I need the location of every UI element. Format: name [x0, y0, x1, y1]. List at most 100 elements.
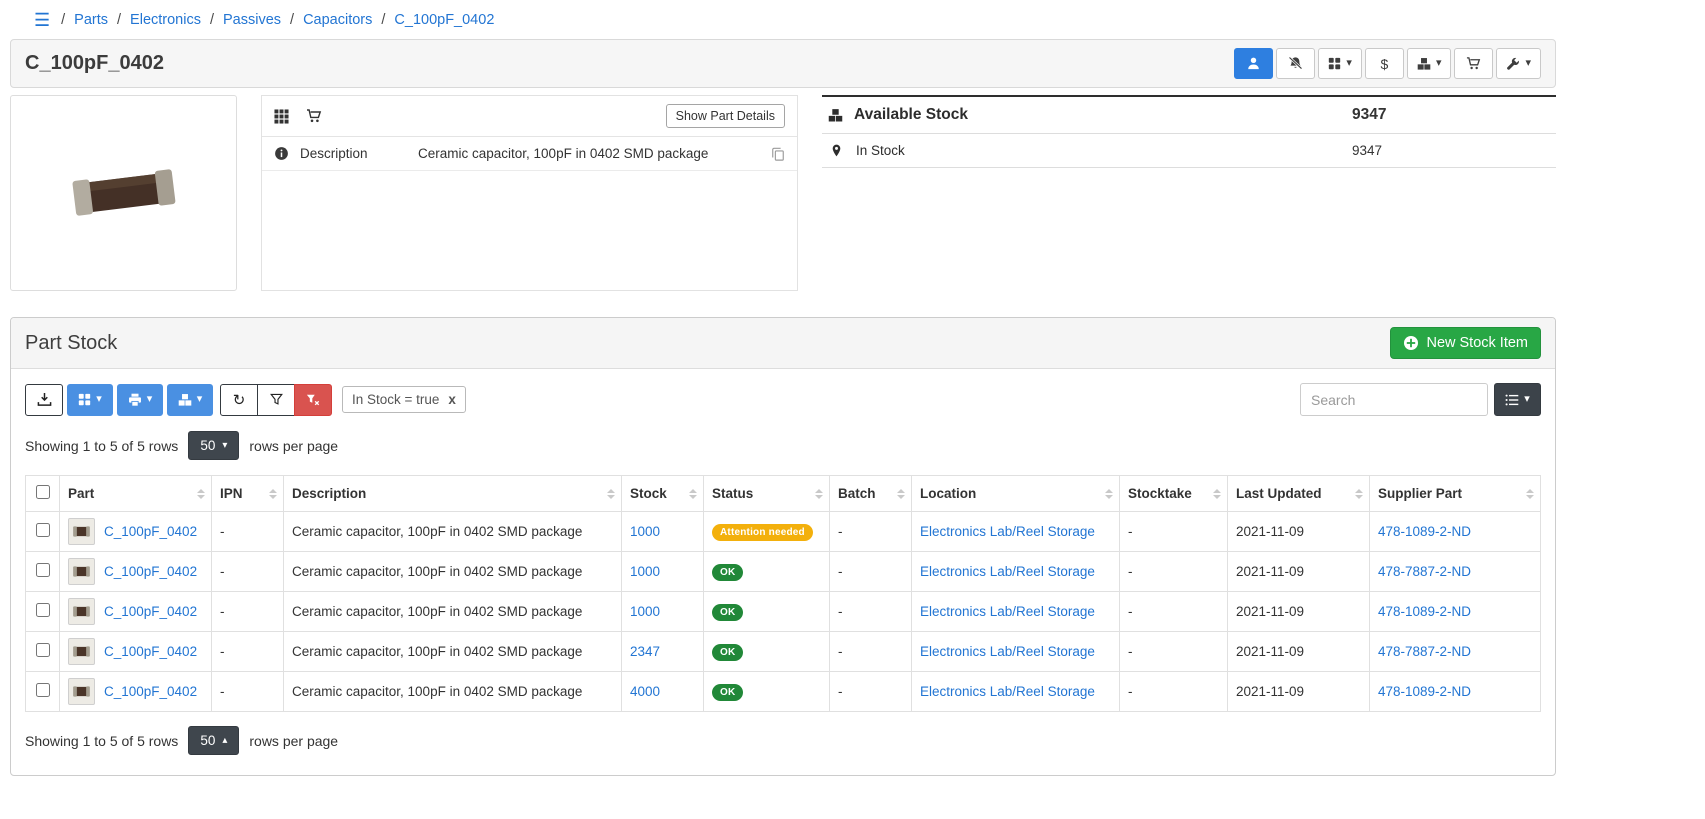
print-dropdown-button[interactable]: ▾	[117, 384, 163, 416]
page-size-dropdown-button[interactable]: 50 ▴	[188, 726, 239, 755]
refresh-button[interactable]: ↻	[220, 384, 258, 416]
view-mode-dropdown-button[interactable]: ▾	[1494, 383, 1541, 416]
column-header-status[interactable]: Status	[704, 476, 830, 512]
filter-button[interactable]	[257, 384, 295, 416]
sort-icon[interactable]	[269, 489, 277, 499]
supplier-part-link[interactable]: 478-1089-2-ND	[1378, 604, 1471, 619]
part-link[interactable]: C_100pF_0402	[104, 524, 197, 539]
part-details-toolbar: Show Part Details	[262, 96, 797, 137]
location-link[interactable]: Electronics Lab/Reel Storage	[920, 684, 1095, 699]
grid-view-icon[interactable]	[274, 109, 289, 124]
remove-filter-icon[interactable]: x	[448, 392, 456, 407]
part-link[interactable]: C_100pF_0402	[104, 604, 197, 619]
pricing-button[interactable]: $	[1365, 48, 1404, 79]
stock-boxes-icon	[828, 108, 843, 123]
row-checkbox[interactable]	[36, 683, 50, 697]
breadcrumb-link-parts[interactable]: Parts	[74, 12, 108, 28]
supplier-part-link[interactable]: 478-1089-2-ND	[1378, 524, 1471, 539]
location-link[interactable]: Electronics Lab/Reel Storage	[920, 564, 1095, 579]
chevron-down-icon: ▾	[1525, 58, 1531, 69]
supplier-part-link[interactable]: 478-7887-2-ND	[1378, 564, 1471, 579]
part-image-panel[interactable]	[10, 95, 237, 291]
row-checkbox[interactable]	[36, 523, 50, 537]
breadcrumb-link-capacitors[interactable]: Capacitors	[303, 12, 372, 28]
location-link[interactable]: Electronics Lab/Reel Storage	[920, 644, 1095, 659]
sort-icon[interactable]	[815, 489, 823, 499]
chevron-down-icon: ▾	[96, 394, 102, 405]
sort-icon[interactable]	[197, 489, 205, 499]
notifications-off-button[interactable]	[1276, 48, 1315, 79]
row-checkbox[interactable]	[36, 563, 50, 577]
clear-filters-button[interactable]	[294, 384, 332, 416]
sort-icon[interactable]	[1213, 489, 1221, 499]
breadcrumb-link-current-part[interactable]: C_100pF_0402	[394, 12, 494, 28]
columns-dropdown-button[interactable]: ▾	[67, 384, 113, 416]
search-input[interactable]	[1300, 383, 1488, 416]
part-link[interactable]: C_100pF_0402	[104, 684, 197, 699]
column-header-last-updated[interactable]: Last Updated	[1228, 476, 1370, 512]
breadcrumb-link-passives[interactable]: Passives	[223, 12, 281, 28]
sort-icon[interactable]	[1355, 489, 1363, 499]
sort-icon[interactable]	[607, 489, 615, 499]
batch-cell: -	[830, 512, 912, 552]
copy-icon[interactable]	[771, 147, 785, 161]
page: ☰ / Parts / Electronics / Passives / Cap…	[10, 4, 1556, 776]
description-cell: Ceramic capacitor, 100pF in 0402 SMD pac…	[284, 632, 622, 672]
stock-table: Part IPN Description Stock Status Batch …	[25, 475, 1541, 712]
last-updated-cell: 2021-11-09	[1228, 672, 1370, 712]
page-size-dropdown-button[interactable]: 50 ▾	[188, 431, 239, 460]
cart-tab-icon[interactable]	[306, 108, 322, 124]
sort-icon[interactable]	[1526, 489, 1534, 499]
sort-icon[interactable]	[897, 489, 905, 499]
order-part-button[interactable]	[1454, 48, 1493, 79]
part-actions-dropdown-button[interactable]: ▾	[1496, 48, 1541, 79]
column-header-part[interactable]: Part	[60, 476, 212, 512]
column-header-description[interactable]: Description	[284, 476, 622, 512]
supplier-part-link[interactable]: 478-1089-2-ND	[1378, 684, 1471, 699]
stock-link[interactable]: 2347	[630, 644, 660, 659]
grid-actions-dropdown-button[interactable]: ▾	[1318, 48, 1362, 79]
subscribe-user-button[interactable]	[1234, 48, 1273, 79]
ipn-cell: -	[212, 592, 284, 632]
download-button[interactable]	[25, 384, 63, 416]
part-link[interactable]: C_100pF_0402	[104, 644, 197, 659]
stocktake-cell: -	[1120, 672, 1228, 712]
column-header-supplier-part[interactable]: Supplier Part	[1370, 476, 1541, 512]
column-header-location[interactable]: Location	[912, 476, 1120, 512]
supplier-part-link[interactable]: 478-7887-2-ND	[1378, 644, 1471, 659]
description-label: Description	[300, 146, 418, 161]
stock-options-dropdown-button[interactable]: ▾	[167, 384, 213, 416]
show-part-details-button[interactable]: Show Part Details	[666, 104, 785, 128]
stocktake-cell: -	[1120, 512, 1228, 552]
table-row: C_100pF_0402 - Ceramic capacitor, 100pF …	[26, 592, 1541, 632]
part-image	[63, 154, 185, 232]
breadcrumb-link-electronics[interactable]: Electronics	[130, 12, 201, 28]
part-link[interactable]: C_100pF_0402	[104, 564, 197, 579]
stock-table-wrap: Part IPN Description Stock Status Batch …	[25, 475, 1541, 712]
stock-link[interactable]: 1000	[630, 524, 660, 539]
sort-icon[interactable]	[689, 489, 697, 499]
column-header-stocktake[interactable]: Stocktake	[1120, 476, 1228, 512]
row-checkbox[interactable]	[36, 603, 50, 617]
row-checkbox[interactable]	[36, 643, 50, 657]
description-cell: Ceramic capacitor, 100pF in 0402 SMD pac…	[284, 672, 622, 712]
stock-link[interactable]: 1000	[630, 604, 660, 619]
showing-rows-text: Showing 1 to 5 of 5 rows	[25, 733, 178, 749]
rows-per-page-text: rows per page	[249, 438, 338, 454]
ipn-cell: -	[212, 552, 284, 592]
page-header: C_100pF_0402 ▾ $	[10, 39, 1556, 88]
select-all-checkbox[interactable]	[36, 485, 50, 499]
hamburger-menu-icon[interactable]: ☰	[34, 11, 50, 29]
location-link[interactable]: Electronics Lab/Reel Storage	[920, 604, 1095, 619]
new-stock-item-button[interactable]: New Stock Item	[1390, 327, 1541, 359]
last-updated-cell: 2021-11-09	[1228, 552, 1370, 592]
sort-icon[interactable]	[1105, 489, 1113, 499]
column-header-ipn[interactable]: IPN	[212, 476, 284, 512]
stock-actions-dropdown-button[interactable]: ▾	[1407, 48, 1452, 79]
column-header-stock[interactable]: Stock	[622, 476, 704, 512]
stock-link[interactable]: 4000	[630, 684, 660, 699]
table-header-row: Part IPN Description Stock Status Batch …	[26, 476, 1541, 512]
column-header-batch[interactable]: Batch	[830, 476, 912, 512]
location-link[interactable]: Electronics Lab/Reel Storage	[920, 524, 1095, 539]
stock-link[interactable]: 1000	[630, 564, 660, 579]
